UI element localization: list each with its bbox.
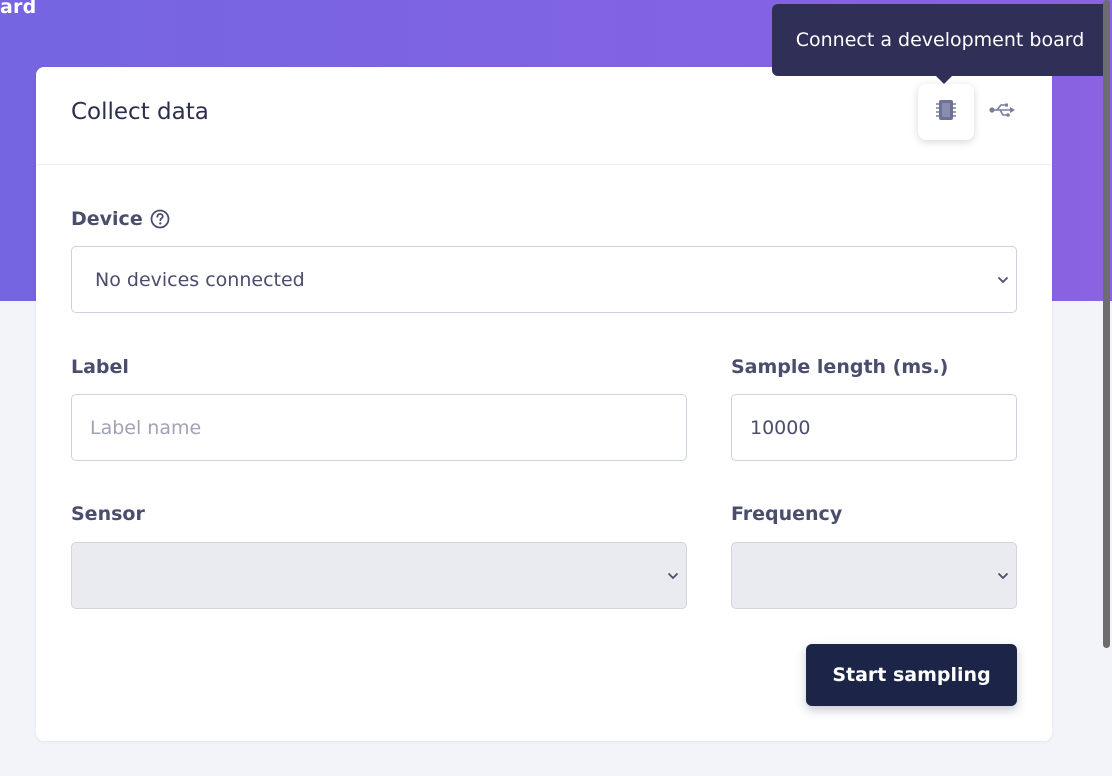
sample-length-label: Sample length (ms.) xyxy=(731,356,949,378)
usb-icon xyxy=(988,101,1016,123)
chip-icon xyxy=(935,98,957,126)
label-input-placeholder: Label name xyxy=(90,416,202,439)
help-icon[interactable] xyxy=(150,209,170,229)
device-select[interactable]: No devices connected xyxy=(71,246,1017,313)
frequency-select[interactable] xyxy=(731,542,1017,609)
card-title: Collect data xyxy=(71,99,209,125)
usb-connect-button[interactable] xyxy=(982,95,1022,129)
chevron-down-icon xyxy=(666,569,680,583)
sensor-select[interactable] xyxy=(71,542,687,609)
label-field-label: Label xyxy=(71,356,129,378)
card-header: Collect data xyxy=(36,67,1052,165)
tooltip-arrow xyxy=(935,75,953,84)
banner-title: ard xyxy=(0,0,37,18)
sample-length-value: 10000 xyxy=(750,416,811,439)
sensor-label: Sensor xyxy=(71,503,145,525)
device-label-text: Device xyxy=(71,208,143,230)
device-label: Device xyxy=(71,208,170,230)
connect-board-tooltip: Connect a development board xyxy=(772,4,1108,76)
chevron-down-icon xyxy=(996,273,1010,287)
sample-length-input[interactable]: 10000 xyxy=(731,394,1017,461)
label-input[interactable]: Label name xyxy=(71,394,687,461)
collect-data-card: Collect data Device No devices connected… xyxy=(36,67,1052,741)
device-select-value: No devices connected xyxy=(95,268,305,291)
chevron-down-icon xyxy=(996,569,1010,583)
frequency-label: Frequency xyxy=(731,503,843,525)
start-sampling-button[interactable]: Start sampling xyxy=(806,644,1017,706)
connect-board-button[interactable] xyxy=(918,84,974,140)
scrollbar[interactable] xyxy=(1103,0,1110,648)
